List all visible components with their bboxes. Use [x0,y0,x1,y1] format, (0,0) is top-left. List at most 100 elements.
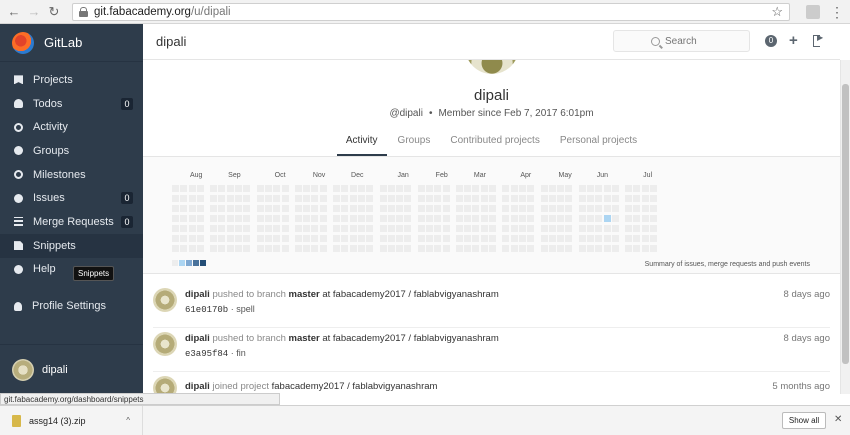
event-branch-link[interactable]: master [289,333,320,344]
calendar-day[interactable] [502,205,510,212]
event-project-link[interactable]: fabacademy2017 / fablabvigyanashram [333,333,499,344]
sidebar-item-snippets[interactable]: Snippets [0,233,143,258]
calendar-day[interactable] [256,195,264,202]
calendar-day[interactable] [188,245,196,252]
calendar-day[interactable] [502,235,510,242]
calendar-day[interactable] [273,245,281,252]
calendar-day[interactable] [489,195,497,202]
calendar-day[interactable] [595,185,603,192]
calendar-day[interactable] [357,215,365,222]
sidebar-item-projects[interactable]: Projects [0,68,143,92]
calendar-day[interactable] [226,185,234,192]
calendar-day[interactable] [455,245,463,252]
calendar-day[interactable] [518,235,526,242]
calendar-day[interactable] [472,215,480,222]
calendar-day[interactable] [256,215,264,222]
sidebar-item-merge-requests[interactable]: Merge Requests 0 [0,210,143,234]
calendar-day[interactable] [425,205,433,212]
calendar-day[interactable] [226,215,234,222]
calendar-day[interactable] [417,225,425,232]
plus-icon[interactable]: + [789,33,798,48]
calendar-day[interactable] [303,245,311,252]
calendar-day[interactable] [540,205,548,212]
calendar-day[interactable] [417,195,425,202]
calendar-day[interactable] [243,225,251,232]
calendar-day[interactable] [294,215,302,222]
calendar-day[interactable] [404,235,412,242]
calendar-day[interactable] [489,205,497,212]
calendar-day[interactable] [442,215,450,222]
calendar-day[interactable] [281,235,289,242]
calendar-day[interactable] [633,245,641,252]
calendar-day[interactable] [341,245,349,252]
calendar-day[interactable] [303,235,311,242]
event-project-link[interactable]: fabacademy2017 / fablabvigyanashram [333,289,499,300]
sidebar-item-issues[interactable]: Issues 0 [0,186,143,210]
calendar-day[interactable] [319,225,327,232]
calendar-day[interactable] [434,205,442,212]
calendar-day[interactable] [489,185,497,192]
calendar-day[interactable] [510,215,518,222]
calendar-day[interactable] [489,225,497,232]
calendar-day[interactable] [243,215,251,222]
calendar-day[interactable] [281,185,289,192]
reload-icon[interactable]: ↻ [46,4,62,20]
calendar-day[interactable] [455,205,463,212]
calendar-day[interactable] [333,245,341,252]
calendar-day[interactable] [565,195,573,202]
calendar-day[interactable] [587,195,594,202]
calendar-day[interactable] [650,205,658,212]
calendar-day[interactable] [404,245,412,252]
tab-activity[interactable]: Activity [336,128,387,156]
calendar-day[interactable] [480,205,488,212]
calendar-day[interactable] [319,205,327,212]
calendar-day[interactable] [366,235,374,242]
calendar-day[interactable] [480,185,488,192]
calendar-day[interactable] [587,235,594,242]
calendar-day[interactable] [557,225,565,232]
calendar-day[interactable] [425,195,433,202]
calendar-day[interactable] [188,185,196,192]
calendar-day[interactable] [641,205,649,212]
calendar-day[interactable] [557,235,565,242]
calendar-day[interactable] [527,245,535,252]
calendar-day[interactable] [502,245,510,252]
calendar-day[interactable] [333,225,341,232]
calendar-day[interactable] [396,185,404,192]
calendar-day[interactable] [379,245,387,252]
calendar-day[interactable] [548,195,556,202]
calendar-day[interactable] [341,225,349,232]
calendar-day[interactable] [243,185,251,192]
calendar-day[interactable] [243,245,251,252]
calendar-day[interactable] [641,195,649,202]
calendar-day[interactable] [264,235,272,242]
calendar-day[interactable] [333,215,341,222]
calendar-day[interactable] [180,215,188,222]
calendar-day[interactable] [442,205,450,212]
calendar-day[interactable] [396,205,404,212]
calendar-day[interactable] [565,215,573,222]
sidebar-item-milestones[interactable]: Milestones [0,163,143,187]
calendar-day[interactable] [387,185,395,192]
calendar-day[interactable] [434,245,442,252]
calendar-day[interactable] [611,195,619,202]
calendar-day[interactable] [595,205,603,212]
calendar-day[interactable] [603,235,611,242]
calendar-day[interactable] [264,185,272,192]
calendar-day[interactable] [587,215,594,222]
calendar-day[interactable] [396,215,404,222]
calendar-day[interactable] [349,245,357,252]
calendar-day[interactable] [333,205,341,212]
calendar-day[interactable] [510,185,518,192]
calendar-day[interactable] [294,185,302,192]
calendar-day[interactable] [379,235,387,242]
calendar-day[interactable] [510,205,518,212]
calendar-day[interactable] [357,205,365,212]
calendar-day[interactable] [548,205,556,212]
calendar-day[interactable] [273,185,281,192]
calendar-day[interactable] [502,195,510,202]
calendar-day[interactable] [480,195,488,202]
calendar-day[interactable] [303,225,311,232]
calendar-day[interactable] [172,195,179,202]
calendar-day[interactable] [472,195,480,202]
